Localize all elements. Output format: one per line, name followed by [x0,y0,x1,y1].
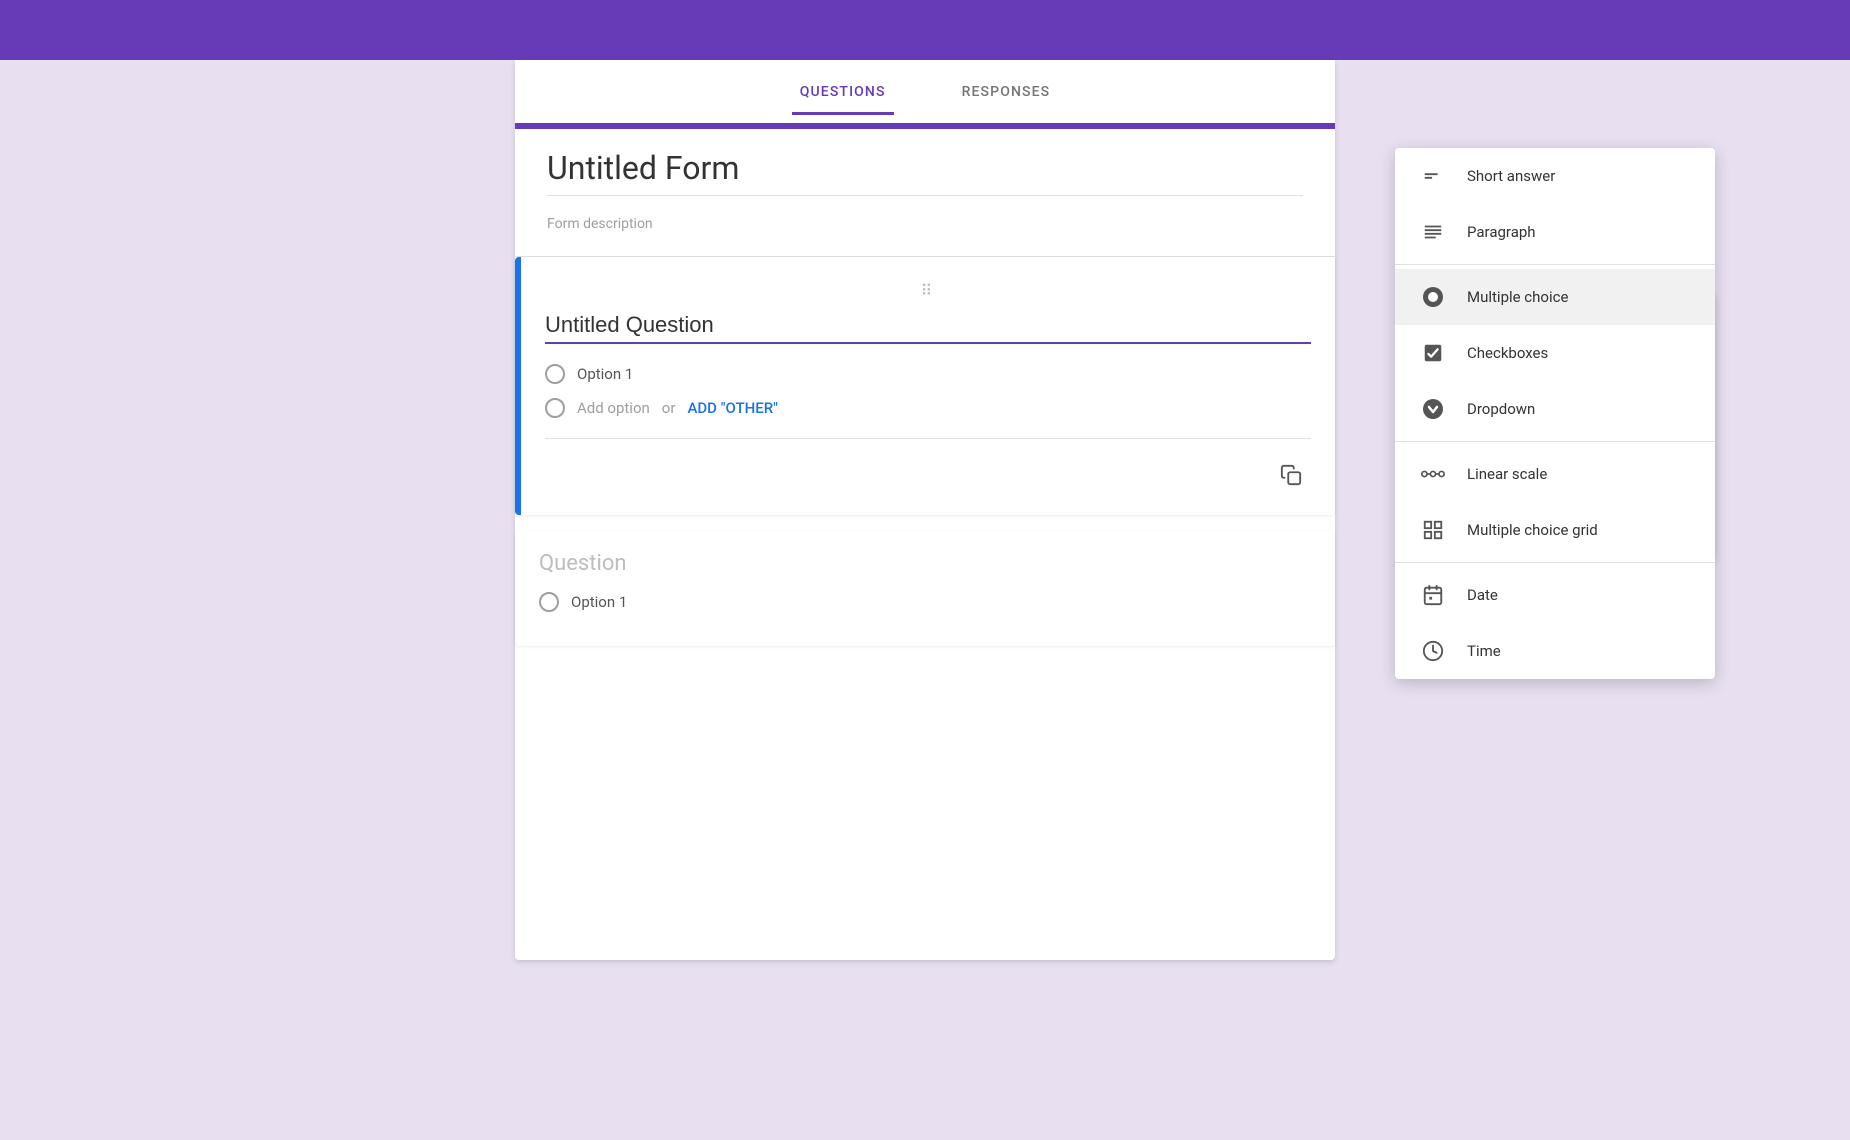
question-card-secondary: Question Option 1 [515,531,1335,646]
form-container: QUESTIONS RESPONSES Untitled Form Form d… [515,60,1335,960]
add-option-row: Add option or ADD "OTHER" [545,398,1311,418]
menu-item-multiple-choice-grid[interactable]: Multiple choice grid [1395,502,1715,558]
tab-questions[interactable]: QUESTIONS [792,72,894,115]
menu-item-time[interactable]: Time [1395,623,1715,679]
option-row-1: Option 1 [545,364,1311,384]
multiple-choice-icon [1419,283,1447,311]
menu-item-linear-scale[interactable]: Linear scale [1395,446,1715,502]
menu-divider-2 [1395,441,1715,442]
paragraph-icon [1419,218,1447,246]
question-card-active: ⠿ Option 1 Add option or ADD "OTHER" [515,257,1335,515]
add-other-link[interactable]: ADD "OTHER" [687,399,778,417]
menu-item-short-answer[interactable]: Short answer [1395,148,1715,204]
form-header: Untitled Form Form description [515,123,1335,256]
copy-button[interactable] [1271,455,1311,495]
main-area: QUESTIONS RESPONSES Untitled Form Form d… [0,60,1850,960]
tabs-row: QUESTIONS RESPONSES [515,60,1335,115]
menu-item-date[interactable]: Date [1395,567,1715,623]
top-bar [0,0,1850,60]
linear-scale-icon [1419,460,1447,488]
menu-label-date: Date [1467,586,1498,604]
radio-circle-1 [545,364,565,384]
dropdown-menu: Short answer Paragraph [1395,148,1715,679]
checkboxes-icon [1419,339,1447,367]
form-description[interactable]: Form description [547,212,1303,236]
menu-label-paragraph: Paragraph [1467,223,1536,241]
question-title-input[interactable] [545,312,1311,344]
dropdown-icon [1419,395,1447,423]
second-option-row-1: Option 1 [539,592,1311,612]
date-icon [1419,581,1447,609]
content-wrapper: QUESTIONS RESPONSES Untitled Form Form d… [515,60,1335,960]
menu-label-multiple-choice-grid: Multiple choice grid [1467,521,1598,539]
drag-handle: ⠿ [545,277,1311,312]
menu-label-short-answer: Short answer [1467,167,1555,185]
menu-label-multiple-choice: Multiple choice [1467,288,1568,306]
time-icon [1419,637,1447,665]
option-text-1: Option 1 [577,365,633,383]
second-option-text-1: Option 1 [571,593,627,611]
short-answer-icon [1419,162,1447,190]
or-text: or [662,399,676,417]
multiple-choice-grid-icon [1419,516,1447,544]
tab-responses[interactable]: RESPONSES [954,72,1059,115]
menu-divider-1 [1395,264,1715,265]
menu-label-checkboxes: Checkboxes [1467,344,1548,362]
menu-item-checkboxes[interactable]: Checkboxes [1395,325,1715,381]
form-title[interactable]: Untitled Form [547,149,1303,196]
menu-label-dropdown: Dropdown [1467,400,1535,418]
menu-label-linear-scale: Linear scale [1467,465,1547,483]
second-radio-circle-1 [539,592,559,612]
menu-item-paragraph[interactable]: Paragraph [1395,204,1715,260]
radio-circle-add [545,398,565,418]
menu-divider-3 [1395,562,1715,563]
card-footer [545,438,1311,495]
add-option-text[interactable]: Add option [577,399,650,417]
menu-item-multiple-choice[interactable]: Multiple choice [1395,269,1715,325]
menu-item-dropdown[interactable]: Dropdown [1395,381,1715,437]
second-question-title[interactable]: Question [539,551,1311,576]
menu-label-time: Time [1467,642,1501,660]
